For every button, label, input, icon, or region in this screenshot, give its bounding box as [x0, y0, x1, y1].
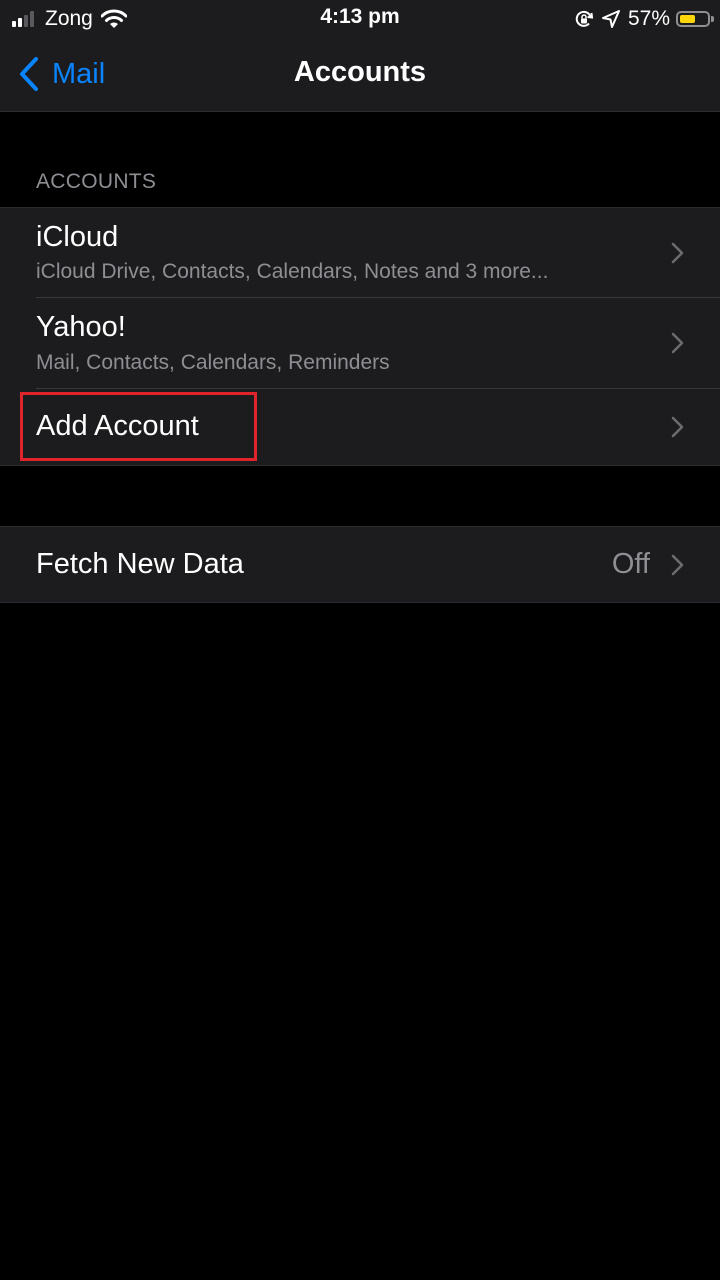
status-left: Zong	[12, 6, 127, 32]
status-bar: Zong 4:13 pm 57%	[0, 0, 720, 38]
signal-bar	[18, 18, 22, 27]
account-title: Yahoo!	[36, 311, 126, 343]
status-right: 57%	[574, 6, 714, 32]
signal-bar	[12, 21, 16, 27]
account-row-icloud[interactable]: iCloud iCloud Drive, Contacts, Calendars…	[0, 208, 720, 298]
chevron-left-icon	[20, 57, 38, 91]
chevron-right-icon	[671, 554, 684, 576]
wifi-icon	[100, 9, 127, 28]
account-subtitle: Mail, Contacts, Calendars, Reminders	[36, 351, 390, 374]
chevron-right-icon	[671, 332, 684, 354]
accounts-group: iCloud iCloud Drive, Contacts, Calendars…	[0, 207, 720, 466]
battery-icon	[676, 11, 714, 27]
carrier-name: Zong	[45, 7, 93, 30]
account-title: iCloud	[36, 221, 119, 253]
navigation-bar: Mail Accounts	[0, 38, 720, 112]
battery-nub	[711, 16, 714, 22]
account-subtitle: iCloud Drive, Contacts, Calendars, Notes…	[36, 260, 549, 283]
fetch-new-data-row[interactable]: Fetch New Data Off	[0, 527, 720, 602]
fetch-group: Fetch New Data Off	[0, 526, 720, 603]
account-row-yahoo[interactable]: Yahoo! Mail, Contacts, Calendars, Remind…	[0, 298, 720, 389]
fetch-new-data-value: Off	[611, 548, 650, 580]
battery-fill	[680, 15, 695, 23]
rotation-lock-icon	[575, 10, 594, 27]
battery-percent: 57%	[627, 7, 670, 30]
back-button[interactable]: Mail	[18, 54, 105, 94]
fetch-new-data-label: Fetch New Data	[36, 548, 244, 580]
section-header-accounts: ACCOUNTS	[36, 170, 157, 193]
highlight-box	[20, 392, 257, 461]
signal-bar	[24, 15, 28, 27]
page-title: Accounts	[293, 56, 427, 88]
chevron-right-icon	[671, 242, 684, 264]
location-icon	[601, 10, 620, 28]
screen: Zong 4:13 pm 57% Mail Accounts ACCOUNTS …	[0, 0, 720, 1280]
status-time: 4:13 pm	[320, 5, 400, 28]
chevron-right-icon	[671, 416, 684, 438]
back-button-label: Mail	[52, 57, 106, 90]
signal-icon	[12, 11, 36, 27]
signal-bar	[30, 11, 34, 27]
